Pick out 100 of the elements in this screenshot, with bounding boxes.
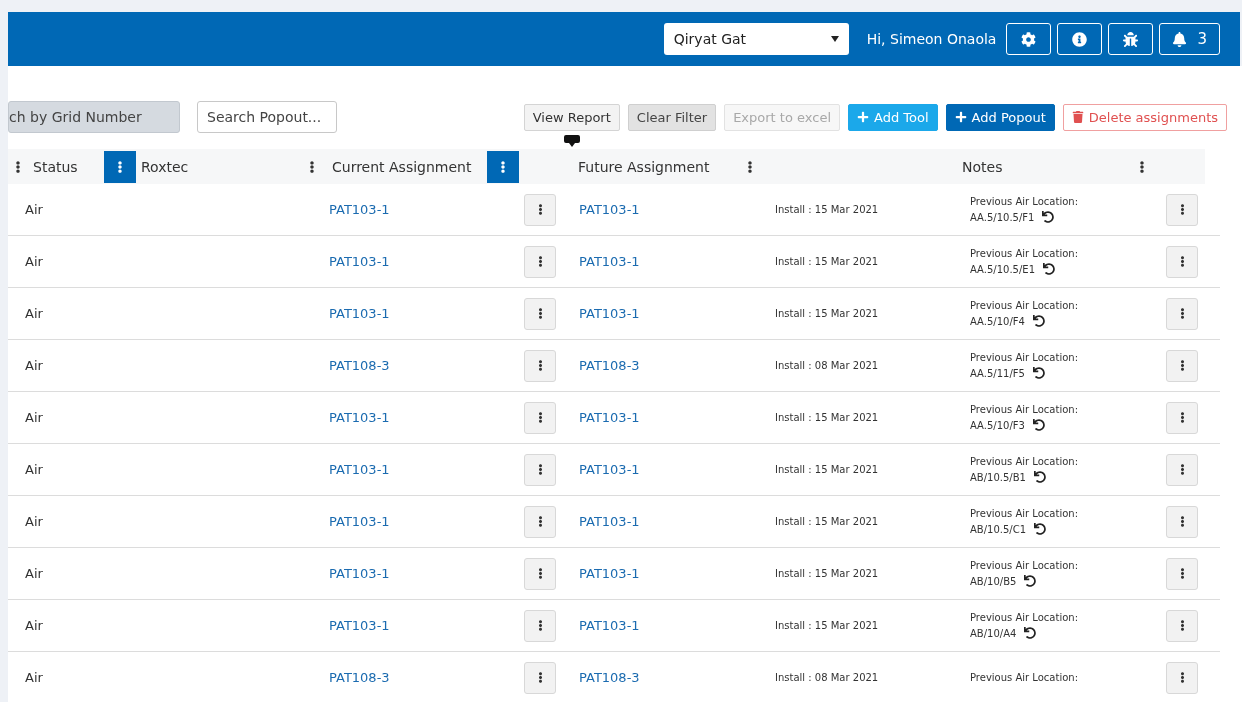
undo-icon[interactable] [1032, 419, 1045, 431]
row-menu-button[interactable] [1166, 297, 1198, 330]
location-select[interactable]: Qiryat Gat [663, 23, 849, 55]
undo-icon[interactable] [1042, 211, 1055, 223]
previous-location: AA.5/10.5/E1 [970, 263, 1035, 275]
info-icon [1072, 31, 1088, 47]
row-menu-button[interactable] [1166, 609, 1198, 642]
row-menu-button[interactable] [1166, 245, 1198, 278]
undo-icon[interactable] [1032, 367, 1045, 379]
previous-location: AB/10/B5 [970, 575, 1017, 587]
install-date: Install : 08 Mar 2021 [774, 360, 880, 371]
assignment-link[interactable]: PAT103-1 [320, 514, 487, 529]
install-date: Install : 15 Mar 2021 [774, 516, 880, 527]
note-label: Previous Air Location: [970, 456, 1079, 467]
row-menu-button[interactable] [1166, 661, 1198, 694]
grid-search-field[interactable]: ch by Grid Number [8, 101, 180, 133]
user-greeting: Hi, Simeon Onaola [866, 31, 997, 47]
status-cell-text: Air [24, 514, 44, 529]
assignment-link[interactable]: PAT103-1 [570, 306, 765, 321]
toolbar-button[interactable]: Add Popout [945, 103, 1055, 131]
assignment-link[interactable]: PAT103-1 [570, 514, 765, 529]
column-menu-button[interactable] [487, 150, 519, 183]
previous-location: AB/10.5/B1 [970, 471, 1026, 483]
popout-search-field[interactable]: Search Popout... [197, 101, 337, 133]
install-date: Install : 15 Mar 2021 [774, 464, 880, 475]
row-menu-button[interactable] [1166, 401, 1198, 434]
assignment-link[interactable]: PAT103-1 [570, 618, 765, 633]
assignment-link[interactable]: PAT108-3 [570, 358, 765, 373]
row-menu-button[interactable] [524, 193, 556, 226]
row-menu-button[interactable] [1166, 193, 1198, 226]
toolbar-button[interactable]: Clear Filter [627, 103, 717, 131]
assignment-link[interactable]: PAT103-1 [570, 566, 765, 581]
row-menu-button[interactable] [524, 453, 556, 486]
assignment-link[interactable]: PAT108-3 [320, 670, 487, 685]
assignment-link[interactable]: PAT103-1 [570, 202, 765, 217]
status-cell-text: Air [24, 254, 44, 269]
assignment-link[interactable]: PAT103-1 [320, 254, 487, 269]
row-menu-button[interactable] [1166, 505, 1198, 538]
assignment-link[interactable]: PAT103-1 [320, 306, 487, 321]
status-cell-text: Air [24, 670, 44, 685]
status-cell-text: Air [24, 618, 44, 633]
caret-icon [830, 36, 839, 42]
assignment-link[interactable]: PAT103-1 [570, 462, 765, 477]
info-button[interactable] [1057, 23, 1103, 55]
undo-icon[interactable] [1032, 315, 1045, 327]
row-menu-button[interactable] [1166, 349, 1198, 382]
row-menu-button[interactable] [524, 349, 556, 382]
assignment-link[interactable]: PAT103-1 [320, 566, 487, 581]
row-menu-button[interactable] [1166, 557, 1198, 590]
note-label: Previous Air Location: [970, 672, 1079, 683]
note-label: Previous Air Location: [970, 612, 1079, 623]
assignment-link[interactable]: PAT103-1 [570, 410, 765, 425]
column-header: Status [32, 158, 79, 175]
note-label: Previous Air Location: [970, 560, 1079, 571]
install-date: Install : 15 Mar 2021 [774, 204, 880, 215]
undo-icon[interactable] [1033, 471, 1046, 483]
bug-icon [1123, 31, 1139, 47]
assignment-link[interactable]: PAT103-1 [320, 202, 487, 217]
note-label: Previous Air Location: [970, 352, 1079, 363]
install-date: Install : 15 Mar 2021 [774, 256, 880, 267]
note-label: Previous Air Location: [970, 508, 1079, 519]
trash-icon [1071, 111, 1084, 123]
column-menu-button[interactable] [104, 150, 136, 183]
undo-icon[interactable] [1024, 575, 1037, 587]
previous-location: AA.5/10.5/F1 [970, 211, 1035, 223]
assignment-link[interactable]: PAT103-1 [320, 618, 487, 633]
row-menu-button[interactable] [524, 245, 556, 278]
note-label: Previous Air Location: [970, 248, 1079, 259]
row-menu-button[interactable] [524, 297, 556, 330]
row-menu-button[interactable] [524, 661, 556, 694]
previous-location: AB/10.5/C1 [970, 523, 1027, 535]
toolbar-button[interactable]: Delete assignments [1062, 103, 1227, 131]
status-cell-text: Air [24, 566, 44, 581]
install-date: Install : 15 Mar 2021 [774, 568, 880, 579]
row-menu-button[interactable] [524, 557, 556, 590]
install-date: Install : 15 Mar 2021 [774, 620, 880, 631]
settings-button[interactable] [1006, 23, 1052, 55]
undo-icon[interactable] [1034, 523, 1047, 535]
assignment-link[interactable]: PAT108-3 [320, 358, 487, 373]
previous-location: AA.5/11/F5 [970, 367, 1025, 379]
install-date: Install : 15 Mar 2021 [774, 308, 880, 319]
assignment-link[interactable]: PAT108-3 [570, 670, 765, 685]
assignment-link[interactable]: PAT103-1 [320, 462, 487, 477]
plus-icon [954, 111, 967, 123]
undo-icon[interactable] [1024, 627, 1037, 639]
column-header: Current Assignment [331, 158, 473, 175]
previous-location: AB/10/A4 [970, 627, 1017, 639]
status-cell-text: Air [24, 202, 44, 217]
status-cell-text: Air [24, 462, 44, 477]
assignment-link[interactable]: PAT103-1 [570, 254, 765, 269]
note-label: Previous Air Location: [970, 404, 1079, 415]
bug-report-button[interactable] [1108, 23, 1154, 55]
undo-icon[interactable] [1043, 263, 1055, 275]
row-menu-button[interactable] [524, 609, 556, 642]
row-menu-button[interactable] [524, 401, 556, 434]
notifications-button[interactable]: 3 [1159, 23, 1220, 55]
assignment-link[interactable]: PAT103-1 [320, 410, 487, 425]
plus-icon [857, 111, 869, 123]
row-menu-button[interactable] [1166, 453, 1198, 486]
row-menu-button[interactable] [524, 505, 556, 538]
